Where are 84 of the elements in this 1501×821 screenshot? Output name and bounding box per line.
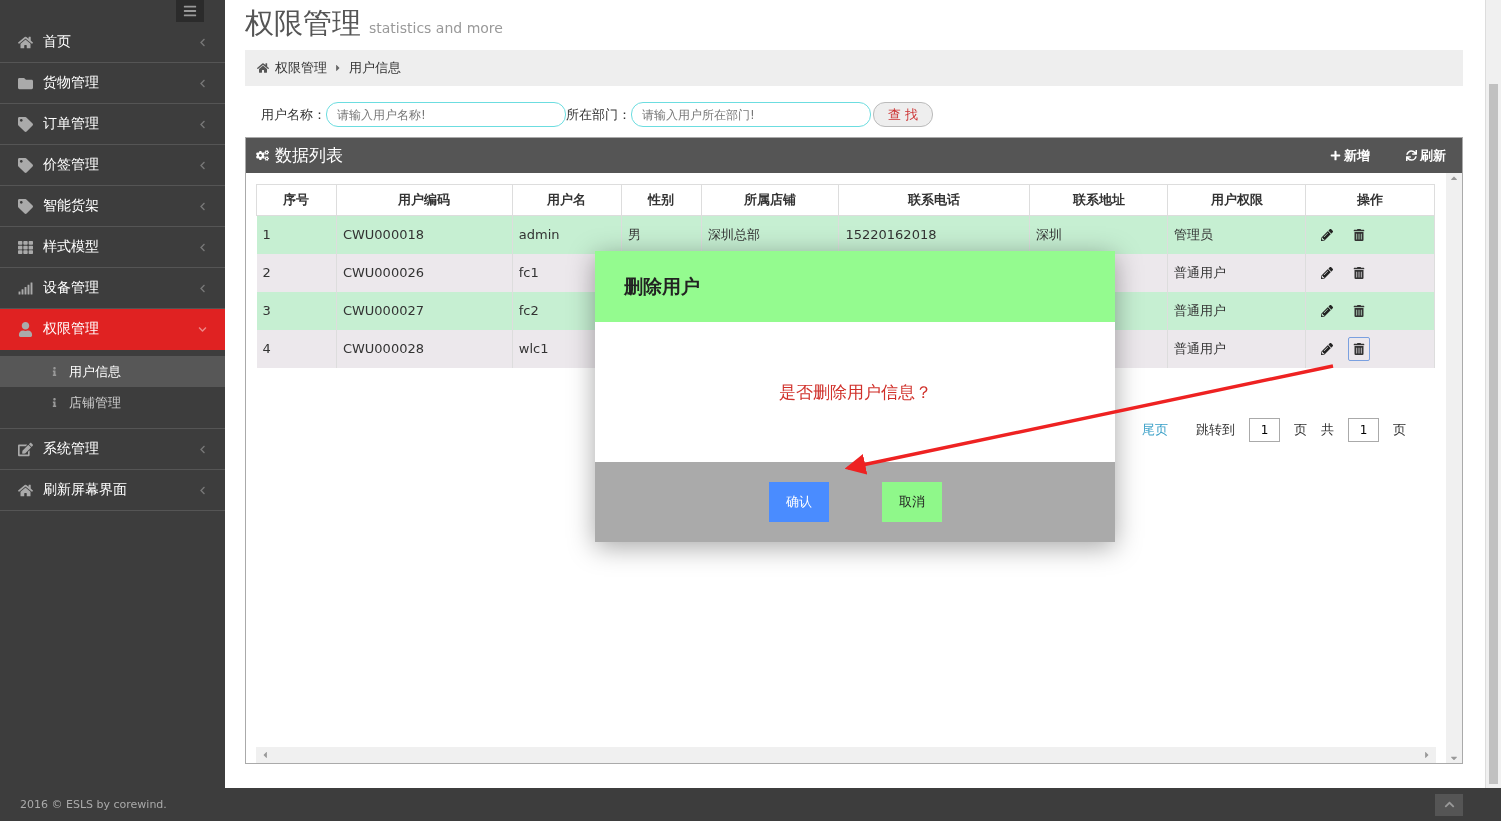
chevron-up-icon xyxy=(1443,799,1455,810)
table-cell: fc1 xyxy=(518,265,539,280)
table-cell: wlc1 xyxy=(518,341,549,356)
dialog-message: 是否删除用户信息？ xyxy=(778,380,932,404)
table-cell: 深圳总部 xyxy=(707,226,760,242)
user-icon xyxy=(18,321,33,337)
trash-icon xyxy=(1353,228,1366,241)
table-cell: fc2 xyxy=(518,303,539,318)
field-label: 所在部门： xyxy=(566,105,631,124)
cancel-button[interactable]: 取消 xyxy=(881,482,942,522)
delete-button[interactable] xyxy=(1348,336,1371,361)
pager-text: 共 xyxy=(1321,420,1334,439)
page-input[interactable]: 1 xyxy=(1249,417,1280,442)
pencil-icon xyxy=(1321,304,1334,317)
menu-icon xyxy=(183,4,197,18)
refresh-button[interactable]: 刷新 xyxy=(1400,145,1452,166)
breadcrumb-item[interactable]: 权限管理 xyxy=(275,59,327,77)
info-icon xyxy=(50,367,59,376)
refresh-icon xyxy=(1406,150,1417,161)
dialog-title: 删除用户 xyxy=(595,251,1115,322)
table-cell: 普通用户 xyxy=(1174,340,1227,356)
add-button[interactable]: 新增 xyxy=(1324,145,1376,166)
sidebar-subitem[interactable]: 用户信息 xyxy=(0,356,225,387)
search-button[interactable]: 查 找 xyxy=(873,102,933,127)
home-icon xyxy=(257,62,269,74)
search-field[interactable]: 请输入用户名称! xyxy=(326,102,566,127)
table-cell: 深圳 xyxy=(1036,226,1063,242)
column-header: 联系地址 xyxy=(1029,184,1168,216)
table-cell: 普通用户 xyxy=(1174,302,1227,318)
table-cell: CWU000028 xyxy=(342,341,424,356)
column-header: 性别 xyxy=(621,184,702,216)
table-cell: CWU000026 xyxy=(342,265,424,280)
home-icon xyxy=(18,482,33,498)
page-title: 权限管理 xyxy=(245,5,361,42)
column-header: 用户名 xyxy=(512,184,622,216)
tag-icon xyxy=(18,116,33,132)
table-cell: 1 xyxy=(262,227,271,243)
menu-button[interactable] xyxy=(176,0,204,22)
footer-text: 2016 © ESLS by corewind. xyxy=(20,798,167,811)
edit-icon xyxy=(18,441,33,457)
signal-icon xyxy=(18,280,33,296)
column-header: 用户权限 xyxy=(1167,184,1306,216)
page-subtitle: statistics and more xyxy=(369,20,503,36)
page-scrollbar[interactable] xyxy=(1485,0,1501,788)
table-cell: admin xyxy=(518,227,560,243)
tag-icon xyxy=(18,198,33,214)
table-cell: 15220162018 xyxy=(845,227,937,243)
column-header: 用户编码 xyxy=(336,184,513,216)
pager-text: 页 xyxy=(1393,420,1406,439)
pencil-icon xyxy=(1321,266,1334,279)
table-cell: 管理员 xyxy=(1174,226,1214,242)
trash-icon xyxy=(1353,304,1366,317)
info-icon xyxy=(50,398,59,407)
grid-icon xyxy=(18,239,33,255)
field-label: 用户名称： xyxy=(261,105,326,124)
pager-text: 页 xyxy=(1294,420,1307,439)
column-header: 联系电话 xyxy=(838,184,1030,216)
table-cell: CWU000018 xyxy=(342,227,424,243)
table-cell: CWU000027 xyxy=(342,303,424,318)
table-cell: 3 xyxy=(262,303,271,318)
table-cell: 2 xyxy=(262,265,271,280)
pager-text: 跳转到 xyxy=(1196,420,1235,439)
folder-icon xyxy=(18,75,33,91)
column-header: 所属店铺 xyxy=(701,184,839,216)
table-cell: 男 xyxy=(627,226,641,242)
table-cell: 4 xyxy=(262,341,271,356)
gears-icon xyxy=(256,149,269,162)
plus-icon xyxy=(1330,150,1341,161)
trash-icon xyxy=(1353,342,1366,355)
tag-icon xyxy=(18,157,33,173)
column-header: 序号 xyxy=(256,184,337,216)
total-pages-field[interactable]: 1 xyxy=(1348,417,1379,442)
sidebar-subitem[interactable]: 店铺管理 xyxy=(0,387,225,418)
scroll-top-button[interactable] xyxy=(1435,793,1463,816)
breadcrumb-item: 用户信息 xyxy=(349,59,401,77)
home-icon xyxy=(18,34,33,50)
sidebar-item[interactable]: 权限管理 xyxy=(0,309,225,350)
pencil-icon xyxy=(1321,342,1334,355)
column-header: 操作 xyxy=(1305,184,1435,216)
trash-icon xyxy=(1353,266,1366,279)
search-field[interactable]: 请输入用户所在部门! xyxy=(631,102,871,127)
pencil-icon xyxy=(1321,228,1334,241)
table-cell: 普通用户 xyxy=(1174,264,1227,280)
panel-title: 数据列表 xyxy=(275,144,344,167)
